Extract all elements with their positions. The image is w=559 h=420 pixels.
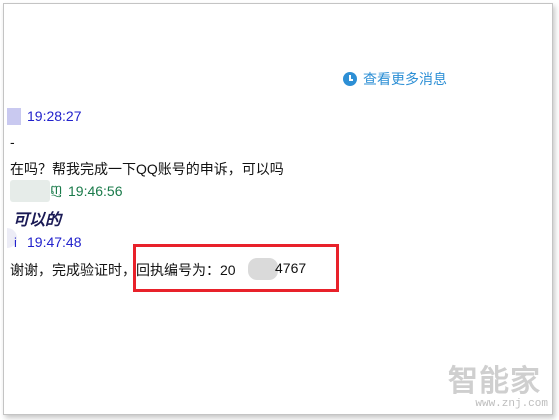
message-time: 19:28:27 (27, 108, 82, 124)
avatar[interactable] (7, 108, 21, 125)
message-text: 在吗？帮我完成一下QQ账号的申诉，可以吗 (10, 161, 284, 177)
message-text: - (10, 134, 15, 150)
view-more-label: 查看更多消息 (363, 71, 447, 87)
watermark-url: www.znj.com (475, 398, 548, 410)
chat-window (3, 3, 553, 415)
view-more-messages-link[interactable]: 查看更多消息 (343, 70, 447, 88)
watermark-logo: 智能家 (448, 365, 541, 398)
watermark: 智能家 www.znj.com (448, 356, 552, 412)
clock-icon (343, 72, 357, 86)
avatar[interactable] (10, 180, 50, 202)
sender-name: i (14, 235, 17, 250)
message-time: 19:47:48 (27, 234, 82, 250)
message-text: 可以的 (13, 210, 62, 229)
highlight-box (133, 244, 339, 292)
message-time: 19:46:56 (68, 183, 123, 199)
sender-name: ញ (50, 182, 63, 197)
